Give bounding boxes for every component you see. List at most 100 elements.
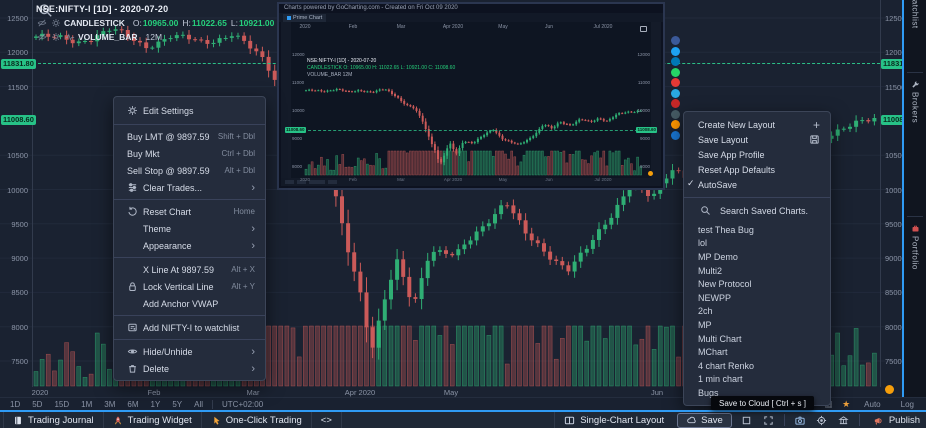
menu-item-label: Clear Trades... <box>143 183 245 193</box>
menu-item-edit-settings[interactable]: Edit Settings <box>114 100 265 121</box>
range-15d[interactable]: 15D <box>48 400 75 409</box>
icon-spacer <box>127 298 143 310</box>
trading-journal-button[interactable]: Trading Journal <box>3 412 104 428</box>
timezone-button[interactable]: UTC+02:00 <box>216 400 269 409</box>
menu-item-hide-unhide[interactable]: Hide/Unhide› <box>114 343 265 360</box>
menu-item-clear-trades[interactable]: Clear Trades...› <box>114 179 265 196</box>
cloud-icon <box>686 415 697 425</box>
save-label: Save <box>701 415 723 426</box>
share-youtube-icon[interactable] <box>671 99 680 108</box>
saved-chart-multi-chart[interactable]: Multi Chart <box>684 332 830 346</box>
fullscreen-icon[interactable] <box>758 412 780 428</box>
saved-charts-search[interactable] <box>684 200 830 221</box>
menu-item-lock-vertical-line[interactable]: Lock Vertical LineAlt + Y <box>114 278 265 295</box>
saved-chart-4-chart-renko[interactable]: 4 chart Renko <box>684 359 830 373</box>
save-button[interactable]: Save <box>677 413 732 428</box>
menu-item-add-anchor-vwap[interactable]: Add Anchor VWAP <box>114 295 265 312</box>
saved-chart-mp[interactable]: MP <box>684 318 830 332</box>
share-pinterest-icon[interactable] <box>671 78 680 87</box>
screenshot-camera-icon[interactable] <box>789 412 811 428</box>
menu-item-buy-mkt[interactable]: Buy MktCtrl + Dbl <box>114 145 265 162</box>
preview-price-line <box>303 130 643 131</box>
crosshair-target-icon[interactable] <box>811 412 833 428</box>
saved-chart-mp-demo[interactable]: MP Demo <box>684 250 830 264</box>
exchange-bank-icon[interactable] <box>833 412 855 428</box>
share-twitter-icon[interactable] <box>671 47 680 56</box>
menu-item-reset-app-defaults[interactable]: Reset App Defaults <box>684 162 830 177</box>
study-settings-icon[interactable] <box>50 17 62 29</box>
menu-item-save-layout[interactable]: Save Layout <box>684 132 830 147</box>
favorite-star-icon[interactable]: ★ <box>842 399 850 410</box>
range-5d[interactable]: 5D <box>26 400 48 409</box>
select-region-icon[interactable] <box>736 412 758 428</box>
range-1d[interactable]: 1D <box>4 400 26 409</box>
saved-chart-lol[interactable]: lol <box>684 237 830 251</box>
preview-legend-ohlc: CANDLESTICK O: 10965.00 H: 11022.65 L: 1… <box>307 65 455 71</box>
single-chart-layout-button[interactable]: Single-Chart Layout <box>554 412 673 428</box>
study-settings-icon[interactable] <box>50 31 62 43</box>
share-telegram-icon[interactable] <box>671 89 680 98</box>
saved-chart-1-min-chart[interactable]: 1 min chart <box>684 373 830 387</box>
hide-study-icon[interactable] <box>36 17 48 29</box>
code-label: <> <box>321 415 332 426</box>
share-email-icon[interactable] <box>671 110 680 119</box>
preview-time-label: Jul 2020 <box>594 24 613 30</box>
menu-item-label: Edit Settings <box>143 106 255 116</box>
range-1m[interactable]: 1M <box>75 400 98 409</box>
chevron-right-icon: › <box>251 364 255 374</box>
saved-chart-new-protocol[interactable]: New Protocol <box>684 277 830 291</box>
menu-item-sell-stop-9897-59[interactable]: Sell Stop @ 9897.59Alt + Dbl <box>114 162 265 179</box>
saved-chart-multi2[interactable]: Multi2 <box>684 264 830 278</box>
code-button[interactable]: <> <box>312 412 342 428</box>
auto-scale-button[interactable]: Auto <box>858 400 886 409</box>
menu-item-add-nifty-i-to-watchlist[interactable]: Add NIFTY-I to watchlist <box>114 319 265 336</box>
preview-right-sidebar <box>651 22 661 186</box>
saved-chart-preview[interactable]: Charts powered by GoCharting.com - Creat… <box>277 2 665 190</box>
trading-widget-button[interactable]: Trading Widget <box>104 412 202 428</box>
menu-item-label: Theme <box>143 224 245 234</box>
menu-item-reset-chart[interactable]: Reset ChartHome <box>114 203 265 220</box>
range-3m[interactable]: 3M <box>98 400 121 409</box>
menu-item-shortcut: Alt + Dbl <box>225 166 255 175</box>
trading-widget-label: Trading Widget <box>128 415 192 426</box>
watchlist-add-icon <box>127 322 143 334</box>
saved-chart-2ch[interactable]: 2ch <box>684 305 830 319</box>
menu-item-buy-lmt-9897-59[interactable]: Buy LMT @ 9897.59Shift + Dbl <box>114 128 265 145</box>
range-all[interactable]: All <box>188 400 209 409</box>
chart-legend: NSE:NIFTY-I [1D] - 2020-07-20 CANDLESTIC… <box>36 2 318 44</box>
menu-item-appearance[interactable]: Appearance› <box>114 237 265 254</box>
menu-item-theme[interactable]: Theme› <box>114 220 265 237</box>
range-6m[interactable]: 6M <box>121 400 144 409</box>
saved-charts-search-input[interactable] <box>718 205 818 217</box>
one-click-trading-button[interactable]: One-Click Trading <box>202 412 312 428</box>
saved-chart-newpp[interactable]: NEWPP <box>684 291 830 305</box>
range-5y[interactable]: 5Y <box>166 400 188 409</box>
publish-button[interactable]: Publish <box>864 412 926 428</box>
saved-chart-test-thea-bug[interactable]: test Thea Bug <box>684 223 830 237</box>
tab-portfolio[interactable]: Portfolio <box>904 224 926 270</box>
menu-item-label: Buy Mkt <box>127 149 215 159</box>
menu-item-label: Appearance <box>143 241 245 251</box>
log-scale-button[interactable]: Log <box>895 400 920 409</box>
share-messenger-icon[interactable] <box>671 131 680 140</box>
menu-item-create-new-layout[interactable]: Create New Layout+ <box>684 117 830 132</box>
menu-group: Create New Layout+Save LayoutSave App Pr… <box>684 112 830 195</box>
menu-item-label: Create New Layout <box>698 120 807 130</box>
preview-tab: Prime Chart <box>283 14 326 22</box>
tab-brokers[interactable]: Brokers <box>904 80 926 123</box>
preview-time-label: Jun <box>545 24 553 30</box>
share-whatsapp-icon[interactable] <box>671 68 680 77</box>
share-reddit-icon[interactable] <box>671 120 680 129</box>
saved-chart-mchart[interactable]: MChart <box>684 345 830 359</box>
range-1y[interactable]: 1Y <box>145 400 167 409</box>
menu-item-delete[interactable]: Delete› <box>114 360 265 377</box>
tab-watchlist[interactable]: Watchlist <box>904 0 926 29</box>
tab-icon <box>287 16 291 20</box>
menu-item-save-app-profile[interactable]: Save App Profile <box>684 147 830 162</box>
menu-item-autosave[interactable]: ✓AutoSave <box>684 177 830 192</box>
preview-time-label: Mar <box>397 24 406 30</box>
share-facebook-icon[interactable] <box>671 36 680 45</box>
share-linkedin-icon[interactable] <box>671 57 680 66</box>
hide-study-icon[interactable] <box>36 31 48 43</box>
menu-item-x-line-at-9897-59[interactable]: X Line At 9897.59Alt + X <box>114 261 265 278</box>
